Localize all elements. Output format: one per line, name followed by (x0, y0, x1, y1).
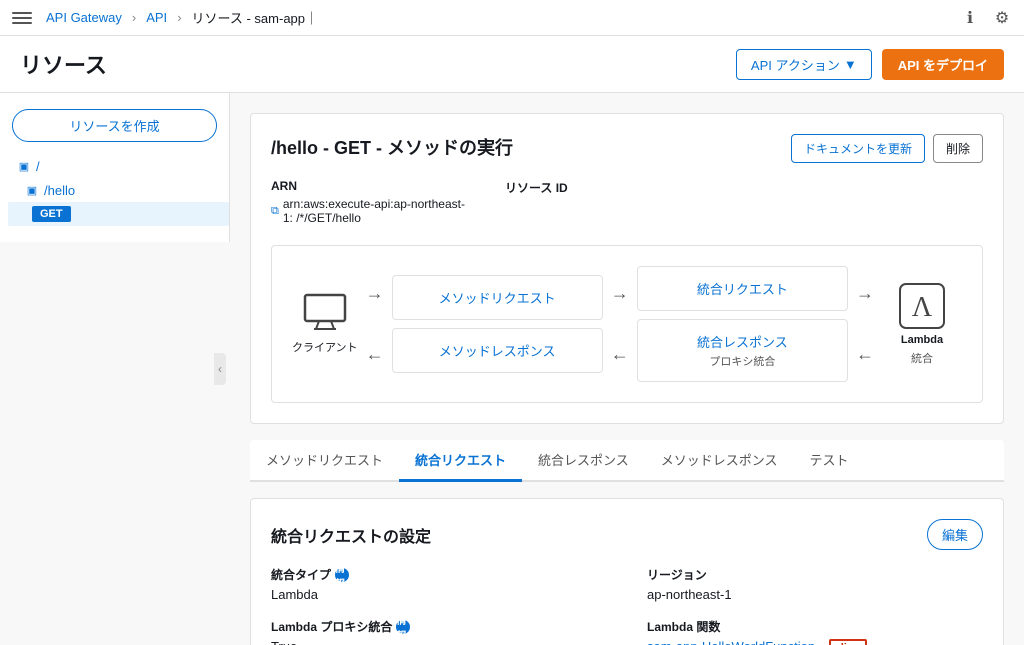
page: リソース API アクション ▼ API をデプロイ リソースを作成 ▣ / (0, 36, 1024, 645)
tab-method-request[interactable]: メソッドリクエスト (250, 440, 399, 482)
hamburger-menu[interactable] (12, 8, 32, 28)
region-field: リージョン ap-northeast-1 (647, 566, 983, 602)
live-badge: :live (829, 639, 867, 645)
sidebar-item-hello[interactable]: ▣ /hello (8, 178, 229, 202)
lambda-icon: Λ (898, 282, 946, 330)
copy-icon[interactable]: ⧉ (271, 205, 279, 218)
tree-icon-hello: ▣ (24, 182, 40, 198)
tab-test[interactable]: テスト (794, 440, 865, 482)
lambda-func-value: sam-app-HelloWorldFunction- :live (647, 639, 983, 645)
main-content: リソースを作成 ▣ / ▣ /hello GET (0, 93, 1024, 645)
svg-text:Λ: Λ (912, 292, 933, 323)
nav-right: ℹ ⚙ (960, 8, 1012, 28)
breadcrumb-api[interactable]: API (146, 10, 167, 25)
integration-type-label: 統合タイプ 情報 (271, 566, 607, 583)
method-execution-card: /hello - GET - メソッドの実行 ドキュメントを更新 削除 ARN … (250, 113, 1004, 424)
breadcrumb-current: リソース - sam-app｜ (192, 8, 318, 27)
sidebar: リソースを作成 ▣ / ▣ /hello GET (0, 93, 230, 242)
lambda-proxy-info[interactable]: 情報 (396, 620, 410, 634)
settings-card: 統合リクエストの設定 編集 統合タイプ 情報 Lambda リージョン (250, 498, 1004, 645)
settings-header: 統合リクエストの設定 編集 (271, 519, 983, 550)
arn-col: ARN ⧉ arn:aws:execute-api:ap-northeast- … (271, 179, 465, 225)
breadcrumb-sep-1: › (132, 10, 136, 25)
method-card-header: /hello - GET - メソッドの実行 ドキュメントを更新 削除 (271, 134, 983, 163)
lambda-func-label: Lambda 関数 (647, 618, 983, 635)
sidebar-tree: ▣ / ▣ /hello GET (0, 154, 229, 226)
method-card-actions: ドキュメントを更新 削除 (791, 134, 983, 163)
method-request-link[interactable]: メソッドリクエスト (439, 291, 556, 306)
arn-label: ARN (271, 179, 465, 193)
info-icon[interactable]: ℹ (960, 8, 980, 28)
arn-value: ⧉ arn:aws:execute-api:ap-northeast- 1: /… (271, 197, 465, 225)
integration-type-info[interactable]: 情報 (335, 568, 349, 582)
lambda-proxy-field: Lambda プロキシ統合 情報 True (271, 618, 607, 645)
lambda-proxy-label: Lambda プロキシ統合 情報 (271, 618, 607, 635)
client-node: クライアント (292, 293, 358, 355)
flow-box-col-1: メソッドリクエスト メソッドレスポンス (392, 275, 603, 373)
tab-integration-request[interactable]: 統合リクエスト (399, 440, 522, 482)
method-response-link[interactable]: メソッドレスポンス (439, 344, 556, 359)
lambda-label: Lambda (901, 334, 943, 346)
client-icon (301, 293, 349, 333)
request-arrow-3: → (852, 283, 878, 304)
client-label: クライアント (292, 339, 358, 355)
response-arrow-1: ← (362, 344, 388, 365)
tree-label-root: / (36, 159, 40, 174)
meta-row: ARN ⧉ arn:aws:execute-api:ap-northeast- … (271, 179, 983, 225)
arn-text: arn:aws:execute-api:ap-northeast- 1: /*/… (283, 197, 465, 225)
tree-label-hello: /hello (44, 183, 75, 198)
lambda-func-link[interactable]: sam-app-HelloWorldFunction- (647, 639, 819, 645)
method-response-box[interactable]: メソッドレスポンス (392, 328, 603, 373)
integration-response-box[interactable]: 統合レスポンス プロキシ統合 (637, 319, 848, 382)
lambda-sub: 統合 (911, 350, 933, 366)
delete-button[interactable]: 削除 (933, 134, 983, 163)
breadcrumb-api-gateway[interactable]: API Gateway (46, 10, 122, 25)
sidebar-container: リソースを作成 ▣ / ▣ /hello GET (0, 93, 230, 645)
header-actions: API アクション ▼ API をデプロイ (736, 49, 1004, 80)
lambda-func-field: Lambda 関数 sam-app-HelloWorldFunction- :l… (647, 618, 983, 645)
response-arrow-3: ← (852, 344, 878, 365)
sidebar-item-get[interactable]: GET (8, 202, 229, 226)
integration-response-sub: プロキシ統合 (654, 353, 831, 369)
integration-type-field: 統合タイプ 情報 Lambda (271, 566, 607, 602)
top-nav: API Gateway › API › リソース - sam-app｜ ℹ ⚙ (0, 0, 1024, 36)
request-arrow-2: → (607, 283, 633, 304)
update-doc-button[interactable]: ドキュメントを更新 (791, 134, 925, 163)
page-header: リソース API アクション ▼ API をデプロイ (0, 36, 1024, 93)
flow-box-col-2: 統合リクエスト 統合レスポンス プロキシ統合 (637, 266, 848, 382)
tab-method-response[interactable]: メソッドレスポンス (645, 440, 794, 482)
lambda-node: Λ Lambda 統合 (882, 282, 962, 366)
deploy-api-button[interactable]: API をデプロイ (882, 49, 1004, 80)
page-title: リソース (20, 48, 107, 80)
right-panel: /hello - GET - メソッドの実行 ドキュメントを更新 削除 ARN … (230, 93, 1024, 645)
integration-type-value: Lambda (271, 587, 607, 602)
lambda-proxy-value: True (271, 639, 607, 645)
settings-title: 統合リクエストの設定 (271, 523, 431, 547)
integration-request-box[interactable]: 統合リクエスト (637, 266, 848, 311)
settings-grid: 統合タイプ 情報 Lambda リージョン ap-northeast-1 Lam… (271, 566, 983, 645)
integration-request-link[interactable]: 統合リクエスト (697, 282, 788, 297)
flow-diagram: クライアント → ← メソッドリクエスト メソッドレスポンス (271, 245, 983, 403)
response-arrow-2: ← (607, 344, 633, 365)
tabs-bar: メソッドリクエスト 統合リクエスト 統合レスポンス メソッドレスポンス テスト (250, 440, 1004, 482)
method-request-box[interactable]: メソッドリクエスト (392, 275, 603, 320)
get-badge: GET (32, 206, 71, 222)
integration-response-link[interactable]: 統合レスポンス (697, 335, 788, 350)
api-action-button[interactable]: API アクション ▼ (736, 49, 872, 80)
method-card-title: /hello - GET - メソッドの実行 (271, 134, 513, 160)
resource-id-col: リソース ID (505, 179, 568, 225)
region-label: リージョン (647, 566, 983, 583)
tree-icon-root: ▣ (16, 158, 32, 174)
sidebar-item-root[interactable]: ▣ / (8, 154, 229, 178)
region-value: ap-northeast-1 (647, 587, 983, 602)
edit-button[interactable]: 編集 (927, 519, 983, 550)
create-resource-button[interactable]: リソースを作成 (12, 109, 217, 142)
request-arrow-1: → (362, 283, 388, 304)
settings-icon[interactable]: ⚙ (992, 8, 1012, 28)
tab-integration-response[interactable]: 統合レスポンス (522, 440, 645, 482)
breadcrumb-sep-2: › (177, 10, 181, 25)
resource-id-label: リソース ID (505, 179, 568, 196)
